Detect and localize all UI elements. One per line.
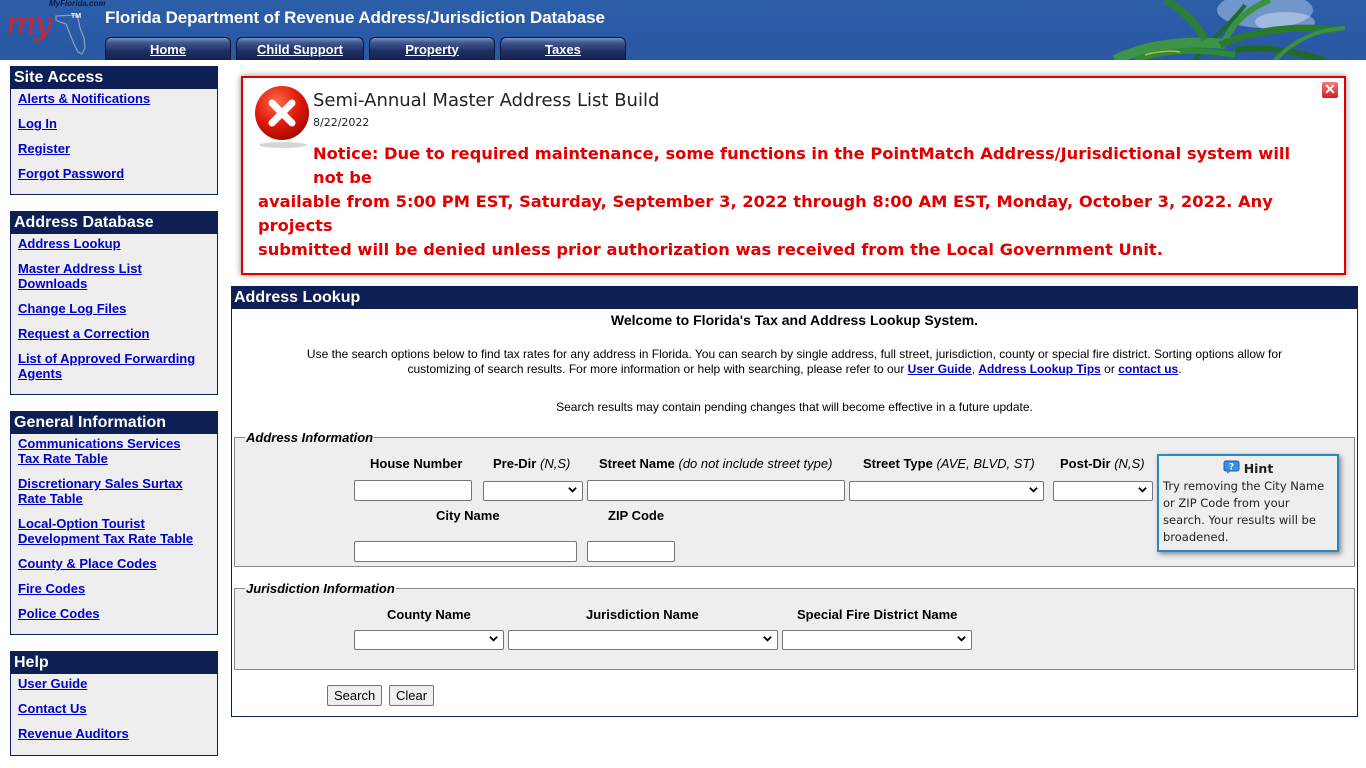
county-name-select[interactable] — [354, 630, 504, 650]
alert-title: Semi-Annual Master Address List Build — [313, 90, 660, 111]
sidebar-item-alerts[interactable]: Alerts & Notifications — [18, 91, 217, 106]
sidebar-item-communications-tax[interactable]: Communications Services Tax Rate Table — [18, 436, 188, 466]
sidebar-item-log-in[interactable]: Log In — [18, 116, 217, 131]
alert-notice-line: submitted will be denied unless prior au… — [258, 240, 1163, 259]
chevron-down-icon — [1029, 487, 1038, 493]
sidebar-item-forgot-password[interactable]: Forgot Password — [18, 166, 217, 181]
fire-district-label: Special Fire District Name — [797, 607, 958, 622]
fieldset-legend: Address Information — [246, 430, 374, 445]
address-lookup-tips-link[interactable]: Address Lookup Tips — [978, 362, 1100, 376]
city-name-label: City Name — [436, 508, 500, 523]
chevron-down-icon — [957, 636, 966, 642]
sidebar-item-forwarding-agents[interactable]: List of Approved Forwarding Agents — [18, 351, 203, 381]
hint-heading: ? Hint — [1163, 460, 1333, 478]
contact-us-link[interactable]: contact us — [1118, 362, 1178, 376]
maintenance-alert: Semi-Annual Master Address List Build 8/… — [241, 76, 1346, 307]
user-guide-link[interactable]: User Guide — [908, 362, 972, 376]
alert-date: 8/22/2022 — [313, 116, 370, 129]
hint-text: Try removing the City Name or ZIP Code f… — [1163, 479, 1325, 544]
jurisdiction-name-label: Jurisdiction Name — [586, 607, 699, 622]
hint-title: Hint — [1243, 461, 1274, 476]
error-icon — [255, 86, 309, 148]
panel-title: Address Lookup — [232, 287, 1357, 309]
intro-text: Use the search options below to find tax… — [252, 347, 1337, 377]
pre-dir-select[interactable] — [483, 481, 583, 501]
nav-tab-child-support[interactable]: Child Support — [236, 37, 364, 60]
main-nav: Home Child Support Property Taxes — [105, 37, 626, 60]
sidebar-heading: Site Access — [11, 67, 217, 89]
sidebar-item-change-log-files[interactable]: Change Log Files — [18, 301, 211, 316]
search-button[interactable]: Search — [327, 685, 383, 706]
street-type-label: Street Type (AVE, BLVD, ST) — [863, 456, 1035, 471]
site-header: MyFlorida.com my TM Florida Department o… — [0, 0, 1366, 60]
separator-text: or — [1100, 362, 1119, 376]
nav-tab-home[interactable]: Home — [105, 37, 231, 60]
pending-changes-note: Search results may contain pending chang… — [556, 400, 1033, 414]
palm-tree-banner-image — [1112, 0, 1346, 60]
post-dir-label: Post-Dir (N,S) — [1060, 456, 1145, 471]
house-number-input[interactable] — [354, 480, 472, 501]
sidebar-general-information: General Information Communications Servi… — [10, 411, 218, 635]
house-number-label: House Number — [370, 456, 463, 471]
chevron-down-icon — [489, 636, 498, 642]
sidebar-item-request-correction[interactable]: Request a Correction — [18, 326, 211, 341]
chevron-down-icon — [1138, 487, 1147, 493]
zip-code-input[interactable] — [587, 541, 675, 562]
post-dir-select[interactable] — [1053, 481, 1153, 501]
street-name-input[interactable] — [587, 480, 845, 501]
sidebar-item-contact-us[interactable]: Contact Us — [18, 701, 217, 716]
alert-notice-line: Notice: Due to required maintenance, som… — [313, 144, 1291, 187]
sidebar-item-tourist-development-tax[interactable]: Local-Option Tourist Development Tax Rat… — [18, 516, 203, 546]
sidebar-site-access: Site Access Alerts & Notifications Log I… — [10, 66, 218, 195]
sidebar-heading: Help — [11, 652, 217, 674]
intro-line: Use the search options below to find tax… — [306, 347, 1283, 361]
close-icon[interactable]: ✕ — [1322, 82, 1338, 98]
chevron-down-icon — [568, 487, 577, 493]
chevron-down-icon — [763, 636, 772, 642]
welcome-heading: Welcome to Florida's Tax and Address Loo… — [610, 312, 979, 328]
sidebar-heading: General Information — [11, 412, 217, 434]
sidebar-item-revenue-auditors[interactable]: Revenue Auditors — [18, 726, 217, 741]
sidebar-item-police-codes[interactable]: Police Codes — [18, 606, 211, 621]
hint-box: ? Hint Try removing the City Name or ZIP… — [1157, 454, 1339, 552]
nav-tab-taxes[interactable]: Taxes — [500, 37, 626, 60]
logo-domain-text: MyFlorida.com — [49, 0, 106, 8]
sidebar-item-user-guide[interactable]: User Guide — [18, 676, 217, 691]
county-name-label: County Name — [387, 607, 471, 622]
alert-notice-line: available from 5:00 PM EST, Saturday, Se… — [258, 192, 1273, 235]
sidebar-item-sales-surtax[interactable]: Discretionary Sales Surtax Rate Table — [18, 476, 188, 506]
sidebar-item-fire-codes[interactable]: Fire Codes — [18, 581, 211, 596]
logo-trademark: TM — [71, 13, 82, 20]
nav-tab-property[interactable]: Property — [369, 37, 495, 60]
alert-message: Notice: Due to required maintenance, som… — [258, 142, 1318, 310]
logo-my-text: my — [6, 4, 52, 42]
sidebar-item-county-place-codes[interactable]: County & Place Codes — [18, 556, 211, 571]
street-type-select[interactable] — [849, 481, 1044, 501]
fire-district-select[interactable] — [782, 630, 972, 650]
jurisdiction-information-fieldset: Jurisdiction Information County Name Jur… — [234, 581, 1355, 670]
site-title: Florida Department of Revenue Address/Ju… — [105, 8, 605, 27]
sidebar-item-master-address-list[interactable]: Master Address List Downloads — [18, 261, 158, 291]
sidebar-help: Help User Guide Contact Us Revenue Audit… — [10, 651, 218, 756]
city-name-input[interactable] — [354, 541, 577, 562]
sidebar-address-database: Address Database Address Lookup Master A… — [10, 211, 218, 395]
myflorida-logo[interactable]: MyFlorida.com my TM — [2, 0, 105, 60]
street-name-label: Street Name (do not include street type) — [599, 456, 833, 471]
sidebar-heading: Address Database — [11, 212, 217, 234]
sidebar-item-register[interactable]: Register — [18, 141, 217, 156]
clear-button[interactable]: Clear — [389, 685, 435, 706]
svg-text:?: ? — [1229, 463, 1234, 473]
intro-line: customizing of search results. For more … — [407, 362, 908, 376]
sidebar-item-address-lookup[interactable]: Address Lookup — [18, 236, 211, 251]
zip-code-label: ZIP Code — [608, 508, 665, 523]
pre-dir-label: Pre-Dir (N,S) — [493, 456, 571, 471]
separator-text: . — [1178, 362, 1182, 376]
jurisdiction-name-select[interactable] — [508, 630, 778, 650]
fieldset-legend: Jurisdiction Information — [246, 581, 395, 596]
help-bubble-icon: ? — [1223, 460, 1240, 474]
